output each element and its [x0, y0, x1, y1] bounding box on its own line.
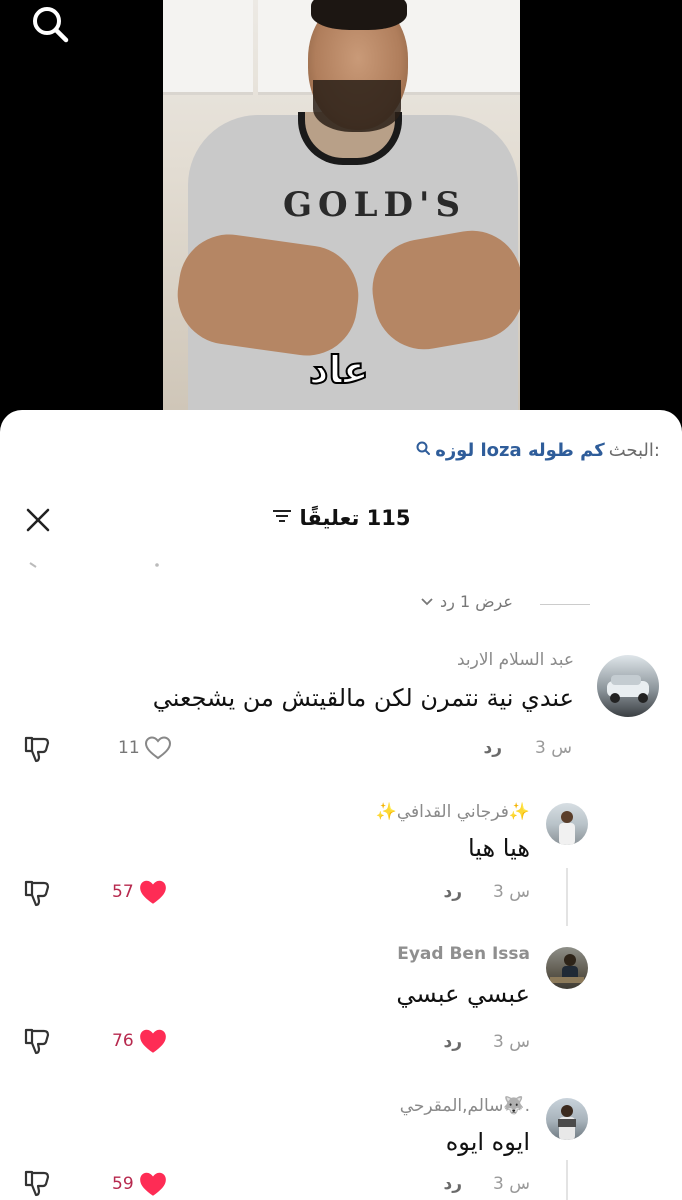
- cabinet: [163, 0, 253, 95]
- dislike-icon[interactable]: [22, 1168, 52, 1198]
- comment-author[interactable]: عبد السلام الاربد: [457, 650, 574, 670]
- heart-filled-icon: [139, 1029, 166, 1053]
- like-button[interactable]: 59: [112, 1170, 168, 1198]
- video-player[interactable]: GOLD'S عاد: [0, 0, 682, 430]
- comments-sheet: البحث: لوزه loza كم طوله 115 تعليقًا عرض…: [0, 410, 682, 1200]
- video-frame[interactable]: GOLD'S عاد: [163, 0, 520, 410]
- comment-text: ايوه ايوه: [445, 1128, 530, 1156]
- comment-text: عبسي عبسي: [396, 980, 530, 1008]
- comments-count-title: 115 تعليقًا: [299, 506, 411, 530]
- like-count: 57: [112, 882, 134, 902]
- reply-button[interactable]: رد: [443, 1174, 462, 1194]
- reply-button[interactable]: رد: [443, 1032, 462, 1052]
- like-count: 11: [118, 738, 140, 758]
- avatar[interactable]: [546, 947, 588, 989]
- like-count: 76: [112, 1031, 134, 1051]
- comment-time: 3 س: [493, 1174, 530, 1194]
- comment-time: 3 س: [493, 1032, 530, 1052]
- view-replies-label: عرض 1 رد: [440, 592, 513, 611]
- reply-button[interactable]: رد: [483, 738, 502, 758]
- person-hair: [311, 0, 407, 30]
- avatar[interactable]: [546, 1098, 588, 1140]
- dislike-icon[interactable]: [22, 1026, 52, 1056]
- dislike-icon[interactable]: [22, 878, 52, 908]
- search-icon[interactable]: [28, 2, 72, 46]
- comment-text: عندي نية نتمرن لكن مالقيتش من يشجعني: [152, 684, 574, 712]
- comment-time: 3 س: [535, 738, 572, 758]
- chevron-down-icon: [420, 592, 434, 611]
- comment-time: 3 س: [493, 882, 530, 902]
- avatar[interactable]: [597, 655, 659, 717]
- comment-text: هيا هيا: [467, 834, 530, 862]
- like-count: 59: [112, 1174, 134, 1194]
- search-icon: [415, 440, 431, 461]
- search-query-link[interactable]: لوزه loza كم طوله: [435, 440, 605, 461]
- filter-icon[interactable]: [271, 506, 293, 530]
- person-beard: [313, 80, 401, 132]
- like-button[interactable]: 11: [118, 735, 172, 761]
- search-label: البحث:: [608, 439, 660, 461]
- comment-author[interactable]: Eyad Ben Issa: [397, 944, 530, 964]
- dislike-icon[interactable]: [22, 734, 52, 764]
- heart-filled-icon: [139, 1172, 166, 1196]
- like-button[interactable]: 76: [112, 1027, 168, 1055]
- heart-filled-icon: [139, 880, 166, 904]
- like-button[interactable]: 57: [112, 878, 168, 906]
- comments-header: 115 تعليقًا: [0, 500, 682, 540]
- video-caption: عاد: [308, 347, 370, 393]
- heart-outline-icon: [144, 736, 171, 760]
- search-suggestion[interactable]: البحث: لوزه loza كم طوله: [415, 436, 660, 464]
- avatar[interactable]: [546, 803, 588, 845]
- thread-line: [566, 1160, 568, 1200]
- reply-button[interactable]: رد: [443, 882, 462, 902]
- thread-line: [566, 868, 568, 926]
- view-replies-button[interactable]: عرض 1 رد: [420, 592, 513, 611]
- divider: [540, 604, 590, 605]
- shirt-logo: GOLD'S: [283, 185, 467, 225]
- comment-author[interactable]: سالم,المقرحي🐺.: [400, 1096, 530, 1116]
- scroll-fade: [0, 558, 682, 570]
- comment-author[interactable]: ✨فرجاني القدافي✨: [376, 802, 530, 822]
